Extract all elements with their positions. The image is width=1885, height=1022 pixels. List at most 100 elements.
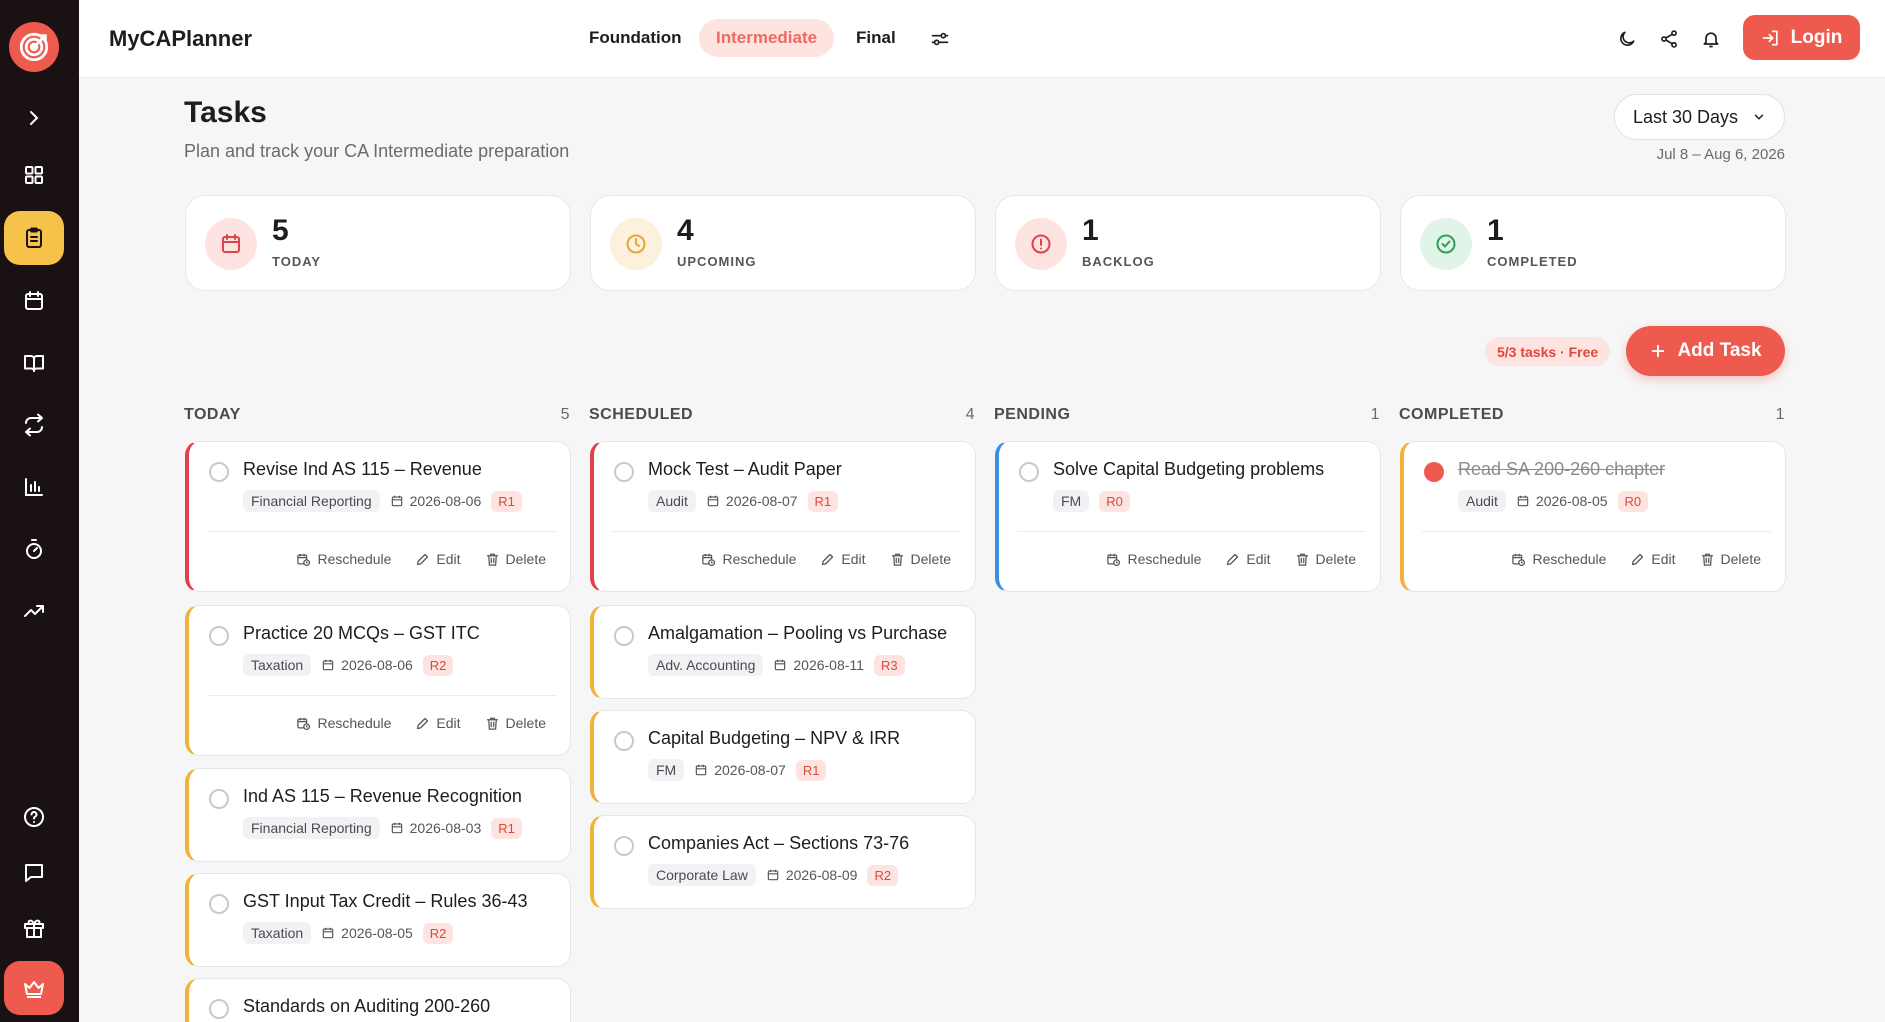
task-checkbox[interactable]: [614, 731, 634, 751]
task-checkbox[interactable]: [209, 462, 229, 482]
expand-icon[interactable]: [14, 98, 54, 138]
task-checkbox[interactable]: [209, 789, 229, 809]
task-checkbox[interactable]: [1019, 462, 1039, 482]
trending-icon[interactable]: [14, 591, 54, 631]
column-count: 5: [560, 406, 570, 423]
reschedule-button[interactable]: Reschedule: [701, 551, 796, 567]
delete-button[interactable]: Delete: [485, 551, 546, 567]
edit-button[interactable]: Edit: [1225, 551, 1271, 567]
delete-button[interactable]: Delete: [890, 551, 951, 567]
stat-backlog[interactable]: 1 BACKLOG: [995, 195, 1381, 291]
delete-button[interactable]: Delete: [485, 715, 546, 731]
trash-icon: [1701, 553, 1713, 566]
add-task-label: Add Task: [1677, 340, 1762, 361]
tab-intermediate[interactable]: Intermediate: [699, 19, 835, 57]
task-title: Ind AS 115 – Revenue Recognition: [243, 786, 522, 806]
task-checkbox[interactable]: [614, 462, 634, 482]
task-date-text: 2026-08-06: [409, 493, 482, 509]
stat-today[interactable]: 5 TODAY: [185, 195, 571, 291]
filter-settings-icon[interactable]: [927, 26, 953, 52]
task-checkbox[interactable]: [209, 894, 229, 914]
reschedule-label: Reschedule: [317, 715, 392, 731]
task-checkbox[interactable]: [614, 836, 634, 856]
calendar-clock-icon: [1512, 553, 1526, 566]
tab-final[interactable]: Final: [839, 19, 913, 57]
delete-button[interactable]: Delete: [1700, 551, 1761, 567]
reschedule-button[interactable]: Reschedule: [1511, 551, 1606, 567]
edit-label: Edit: [841, 551, 866, 567]
task-card[interactable]: Amalgamation – Pooling vs Purchase Adv. …: [590, 605, 976, 699]
dashboard-icon[interactable]: [14, 155, 54, 195]
reschedule-label: Reschedule: [1127, 551, 1202, 567]
subject-tag: Taxation: [243, 922, 312, 944]
task-card[interactable]: Read SA 200-260 chapter Audit 2026-08-05…: [1400, 441, 1786, 592]
task-checkbox[interactable]: [614, 626, 634, 646]
stat-upcoming[interactable]: 4 UPCOMING: [590, 195, 976, 291]
edit-label: Edit: [436, 715, 461, 731]
add-task-button[interactable]: Add Task: [1626, 326, 1785, 376]
task-card[interactable]: Standards on Auditing 200-260: [185, 978, 571, 1022]
edit-button[interactable]: Edit: [820, 551, 866, 567]
dark-mode-icon[interactable]: [1614, 26, 1640, 52]
target-logo-icon[interactable]: [9, 22, 59, 72]
timer-icon[interactable]: [14, 529, 54, 569]
edit-button[interactable]: Edit: [1630, 551, 1676, 567]
task-title: Companies Act – Sections 73-76: [648, 833, 910, 853]
bell-icon[interactable]: [1698, 26, 1724, 52]
card-divider: [1017, 531, 1366, 532]
tasks-icon[interactable]: [4, 211, 64, 265]
crown-icon[interactable]: [4, 961, 64, 1015]
edit-label: Edit: [1246, 551, 1271, 567]
task-card[interactable]: Revise Ind AS 115 – Revenue Financial Re…: [185, 441, 571, 592]
task-date-text: 2026-08-09: [785, 867, 858, 883]
subject-tag: FM: [648, 759, 685, 781]
trash-icon: [891, 553, 903, 566]
task-checkbox[interactable]: [209, 626, 229, 646]
tab-foundation[interactable]: Foundation: [572, 19, 699, 57]
task-checkbox-checked[interactable]: [1424, 462, 1444, 482]
task-checkbox[interactable]: [209, 999, 229, 1019]
task-card[interactable]: GST Input Tax Credit – Rules 36-43 Taxat…: [185, 873, 571, 967]
message-icon[interactable]: [14, 853, 54, 893]
gift-icon[interactable]: [14, 908, 54, 948]
bar-chart-icon[interactable]: [14, 467, 54, 507]
book-icon[interactable]: [14, 343, 54, 383]
task-date-text: 2026-08-03: [409, 820, 482, 836]
share-icon[interactable]: [1656, 26, 1682, 52]
calendar-icon[interactable]: [14, 281, 54, 321]
column-title: COMPLETED: [1399, 406, 1504, 423]
reschedule-button[interactable]: Reschedule: [296, 715, 391, 731]
date-range-select[interactable]: Last 30 Days: [1614, 94, 1785, 140]
task-card[interactable]: Ind AS 115 – Revenue Recognition Financi…: [185, 768, 571, 862]
revision-badge: R0: [1617, 490, 1649, 512]
task-card[interactable]: Solve Capital Budgeting problems FM R0 R…: [995, 441, 1381, 592]
brand-name[interactable]: MyCAPlanner: [109, 26, 252, 52]
top-header: MyCAPlanner Foundation Intermediate Fina…: [79, 0, 1885, 78]
task-date: 2026-08-06: [390, 493, 482, 509]
task-meta: FM R0: [1053, 490, 1130, 512]
stat-label: COMPLETED: [1487, 254, 1578, 269]
subject-tag: Audit: [1458, 490, 1506, 512]
reschedule-button[interactable]: Reschedule: [296, 551, 391, 567]
stat-completed[interactable]: 1 COMPLETED: [1400, 195, 1786, 291]
edit-button[interactable]: Edit: [415, 551, 461, 567]
task-date: 2026-08-11: [773, 657, 864, 673]
task-meta: Taxation 2026-08-06 R2: [243, 654, 454, 676]
task-title: Solve Capital Budgeting problems: [1053, 459, 1325, 479]
task-date-text: 2026-08-05: [1535, 493, 1608, 509]
edit-button[interactable]: Edit: [415, 715, 461, 731]
task-title: Revise Ind AS 115 – Revenue: [243, 459, 482, 479]
repeat-icon[interactable]: [14, 405, 54, 445]
task-card[interactable]: Practice 20 MCQs – GST ITC Taxation 2026…: [185, 605, 571, 756]
login-button[interactable]: Login: [1743, 15, 1860, 60]
help-icon[interactable]: [14, 797, 54, 837]
reschedule-button[interactable]: Reschedule: [1106, 551, 1201, 567]
column-count: 1: [1370, 406, 1380, 423]
task-date-text: 2026-08-11: [793, 657, 864, 673]
task-card[interactable]: Companies Act – Sections 73-76 Corporate…: [590, 815, 976, 909]
task-card[interactable]: Capital Budgeting – NPV & IRR FM 2026-08…: [590, 710, 976, 804]
check-circle-icon: [1420, 218, 1472, 270]
card-actions: Reschedule Edit Delete: [1106, 551, 1356, 567]
task-card[interactable]: Mock Test – Audit Paper Audit 2026-08-07…: [590, 441, 976, 592]
delete-button[interactable]: Delete: [1295, 551, 1356, 567]
